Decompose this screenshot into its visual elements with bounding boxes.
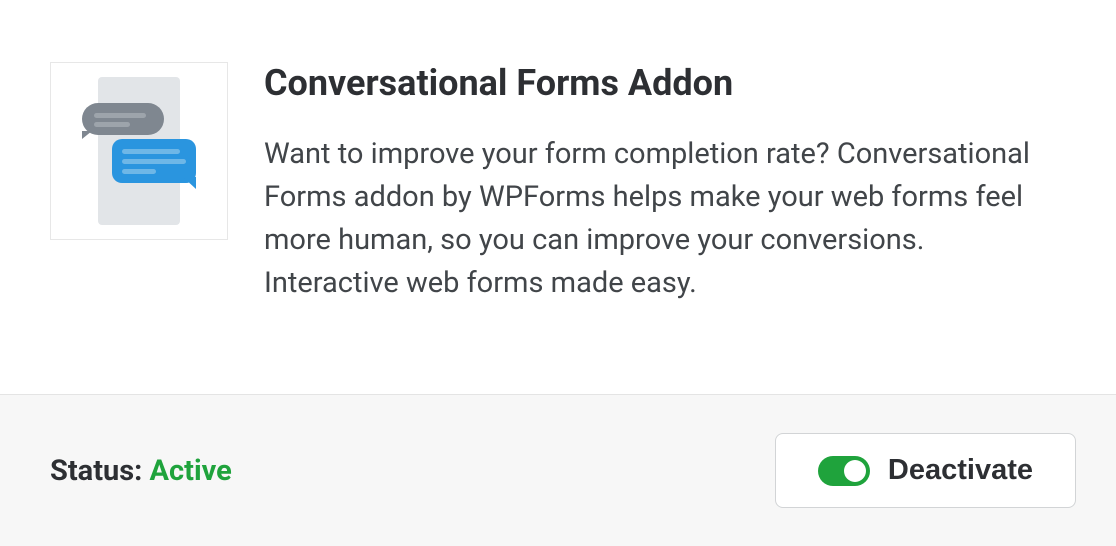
addon-title: Conversational Forms Addon xyxy=(264,62,1060,105)
addon-header: Conversational Forms Addon Want to impro… xyxy=(0,0,1116,394)
addon-text: Conversational Forms Addon Want to impro… xyxy=(264,62,1060,334)
toggle-icon xyxy=(818,456,870,486)
chat-bubbles-icon xyxy=(80,77,198,225)
status-value: Active xyxy=(150,454,232,488)
addon-thumbnail xyxy=(50,62,228,240)
addon-footer: Status: Active Deactivate xyxy=(0,394,1116,546)
status-text: Status: Active xyxy=(50,454,232,488)
deactivate-label: Deactivate xyxy=(888,454,1033,487)
status-label: Status: xyxy=(50,454,142,488)
addon-description: Want to improve your form completion rat… xyxy=(264,133,1060,305)
deactivate-button[interactable]: Deactivate xyxy=(775,433,1076,508)
addon-card: Conversational Forms Addon Want to impro… xyxy=(0,0,1116,546)
